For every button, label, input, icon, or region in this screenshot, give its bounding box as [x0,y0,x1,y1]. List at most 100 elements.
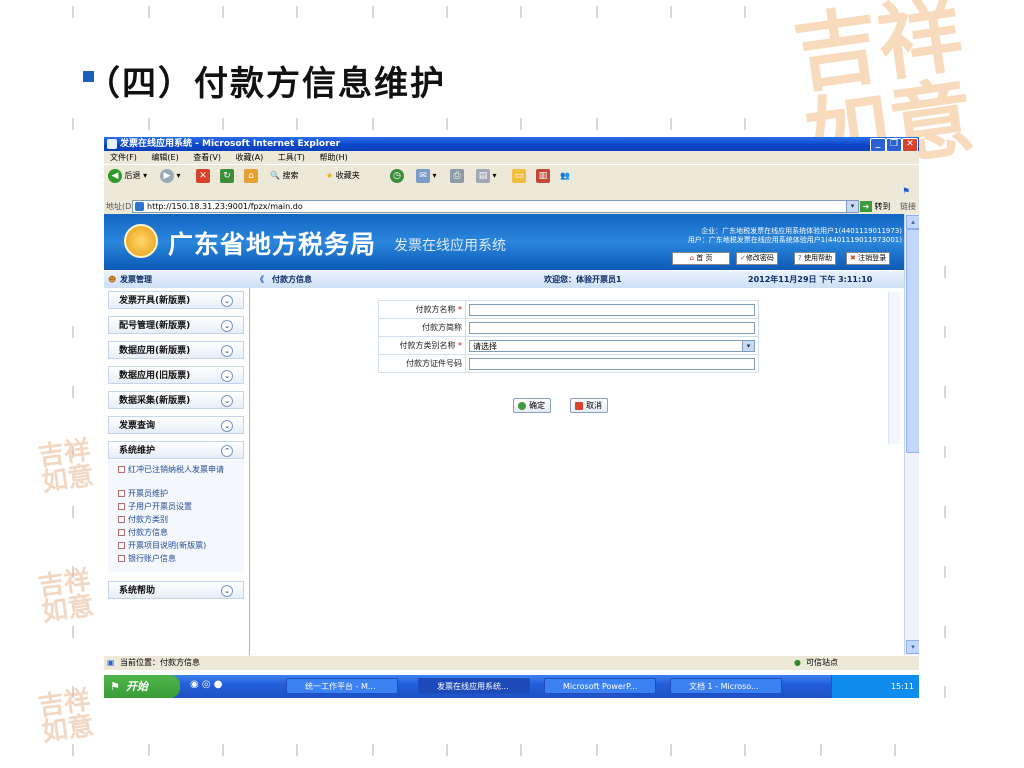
address-label: 地址(D) [106,202,135,211]
home-link[interactable]: ⌂ 首 页 [672,252,730,265]
window-title: 发票在线应用系统 - Microsoft Internet Explorer [120,139,341,149]
menu-tools[interactable]: 工具(T) [278,153,305,162]
taskbar: ⚑ 开始 ◉ ◎ ● 统一工作平台 - M... 发票在线应用系统... Micr… [104,675,919,698]
history-icon: ◷ [390,168,404,183]
go-button[interactable]: ➜ 转到 [860,199,891,214]
sidebar-section-data-new[interactable]: 数据应用(新版票) ⌄ [108,341,244,359]
back-button[interactable]: ◀ 后退 ▾ [108,168,147,184]
slide-title: （四）付款方信息维护 [86,64,446,104]
system-tray: 15:11 [831,675,919,698]
payer-id-input[interactable] [469,357,755,370]
sidebar-section-help[interactable]: 系统帮助 ⌄ [108,581,244,599]
form-row: 付款方类别名称 * 请选择 ▾ [378,336,759,355]
edit-icon: ▤ [476,168,490,183]
sidebar-section-data-old[interactable]: 数据应用(旧版票) ⌄ [108,366,244,384]
datetime: 2012年11月29日 下午 3:11:10 [748,275,873,284]
home-icon: ⌂ [244,168,258,183]
vertical-scrollbar[interactable]: ▴ ▾ [904,214,919,655]
restore-button[interactable]: ❐ [886,138,902,152]
confirm-button[interactable]: 确定 [513,398,551,413]
address-dropdown-icon[interactable]: ▾ [846,200,859,213]
chevron-down-icon: ⌄ [221,395,233,407]
change-password-link[interactable]: ✓修改密码 [736,252,778,265]
mail-button[interactable]: ✉ ▾ [416,168,437,184]
quicklaunch-icons[interactable]: ◉ ◎ ● [190,679,223,690]
scroll-down-icon[interactable]: ▾ [906,640,919,654]
menu-view[interactable]: 查看(V) [193,153,221,162]
messenger-icon: 👥 [560,171,570,180]
check-icon [518,401,526,410]
start-button[interactable]: ⚑ 开始 [104,675,180,698]
toolbar: ◀ 后退 ▾ ▶ ▾ ✕ ↻ ⌂ 🔍 搜索 ★ 收藏夹 ◷ ✉ ▾ ⎙ ▤ ▾ … [104,164,919,188]
sidebar-section-number-mgmt[interactable]: 配号管理(新版票) ⌄ [108,316,244,334]
windows-flag-icon: ⚑ [901,187,911,197]
home-button[interactable]: ⌂ [244,168,258,184]
form-row: 付款方名称 * [378,300,759,319]
menu-favorites[interactable]: 收藏(A) [236,153,264,162]
user-icon: ☻ [108,275,117,284]
address-input[interactable]: http://150.18.31.23:9001/fpzx/main.do [132,200,859,213]
home-icon: ⌂ [689,254,694,262]
payer-form: 付款方名称 * 付款方简称 付款方类别名称 * 请选择 ▾ 付款方证件号码 [378,300,759,373]
logout-link[interactable]: ✖ 注销登录 [846,252,891,265]
sidebar-item-red-invoice[interactable]: 红冲已注销纳税人发票申请 [118,465,238,475]
payer-short-name-input[interactable] [469,321,755,334]
trusted-icon: ● [794,658,801,667]
help-icon: ? [798,254,802,262]
site-banner: 广东省地方税务局 发票在线应用系统 企业：广东地税发票在线应用系统体验用户1(4… [104,214,904,270]
scroll-thumb[interactable] [906,229,919,453]
task-powerpoint[interactable]: Microsoft PowerP... [544,678,656,694]
edit-button[interactable]: ▤ ▾ [476,168,497,184]
sidebar-section-invoice-query[interactable]: 发票查询 ⌄ [108,416,244,434]
sidebar-section-system-maint[interactable]: 系统维护 ⌃ [108,441,244,459]
sidebar-item-payer-category[interactable]: 付款方类别 [118,515,168,525]
refresh-button[interactable]: ↻ [220,168,234,184]
field-label: 付款方类别名称 * [378,336,466,355]
history-button[interactable]: ◷ [390,168,404,184]
folder-button[interactable]: ▭ [512,168,526,184]
menu-help[interactable]: 帮助(H) [319,153,347,162]
status-bar: ▣ 当前位置：付款方信息 ● 可信站点 [104,655,919,670]
sidebar-item-item-desc[interactable]: 开票项目说明(新版票) [118,541,206,551]
task-word[interactable]: 文档 1 - Microso... [670,678,782,694]
minimize-button[interactable]: _ [870,138,886,152]
payer-category-select[interactable]: 请选择 ▾ [469,339,755,352]
page-icon [135,202,144,211]
sidebar-item-operator[interactable]: 开票员维护 [118,489,168,499]
sidebar-item-payer-info[interactable]: 付款方信息 [118,528,168,538]
clock: 15:11 [890,682,914,691]
logout-icon: ✖ [850,254,856,262]
sidebar-item-bank-account[interactable]: 银行账户信息 [118,554,176,564]
decorative-logo-small: 吉祥 如意 [36,565,96,628]
scroll-up-icon[interactable]: ▴ [906,215,919,229]
research-button[interactable]: ▥ [536,168,550,184]
field-label: 付款方证件号码 [378,354,466,373]
task-platform[interactable]: 统一工作平台 - M... [286,678,398,694]
window-titlebar: 发票在线应用系统 - Microsoft Internet Explorer _… [104,137,919,152]
messenger-button[interactable]: 👥 [560,168,570,184]
cancel-button[interactable]: 取消 [570,398,608,413]
menu-file[interactable]: 文件(F) [110,153,137,162]
task-invoice-system[interactable]: 发票在线应用系统... [418,678,530,694]
folder-icon: ▭ [512,168,526,183]
close-button[interactable]: ✕ [902,138,918,152]
help-link[interactable]: ? 使用帮助 [794,252,836,265]
sidebar-item-sub-user[interactable]: 子用户开票员设置 [118,502,192,512]
links-label[interactable]: 链接 [900,199,916,214]
page-icon: ▣ [107,658,115,667]
chevron-down-icon: ⌄ [221,345,233,357]
print-button[interactable]: ⎙ [450,168,464,184]
menu-edit[interactable]: 编辑(E) [151,153,178,162]
sidebar-section-invoice-issue[interactable]: 发票开具(新版票) ⌄ [108,291,244,309]
sidebar-section-data-collect[interactable]: 数据采集(新版票) ⌄ [108,391,244,409]
forward-button[interactable]: ▶ ▾ [160,168,181,184]
status-location: 当前位置：付款方信息 [120,658,200,667]
search-button[interactable]: 🔍 搜索 [270,168,299,184]
submenu: 红冲已注销纳税人发票申请 开票员维护 子用户开票员设置 付款方类别 付款方信息 … [108,460,244,572]
inner-scrollbar[interactable] [888,292,900,444]
stop-button[interactable]: ✕ [196,168,210,184]
payer-name-input[interactable] [469,303,755,316]
collapse-icon[interactable]: 《 [256,271,264,288]
favorites-button[interactable]: ★ 收藏夹 [326,168,360,184]
chevron-down-icon: ⌄ [221,370,233,382]
